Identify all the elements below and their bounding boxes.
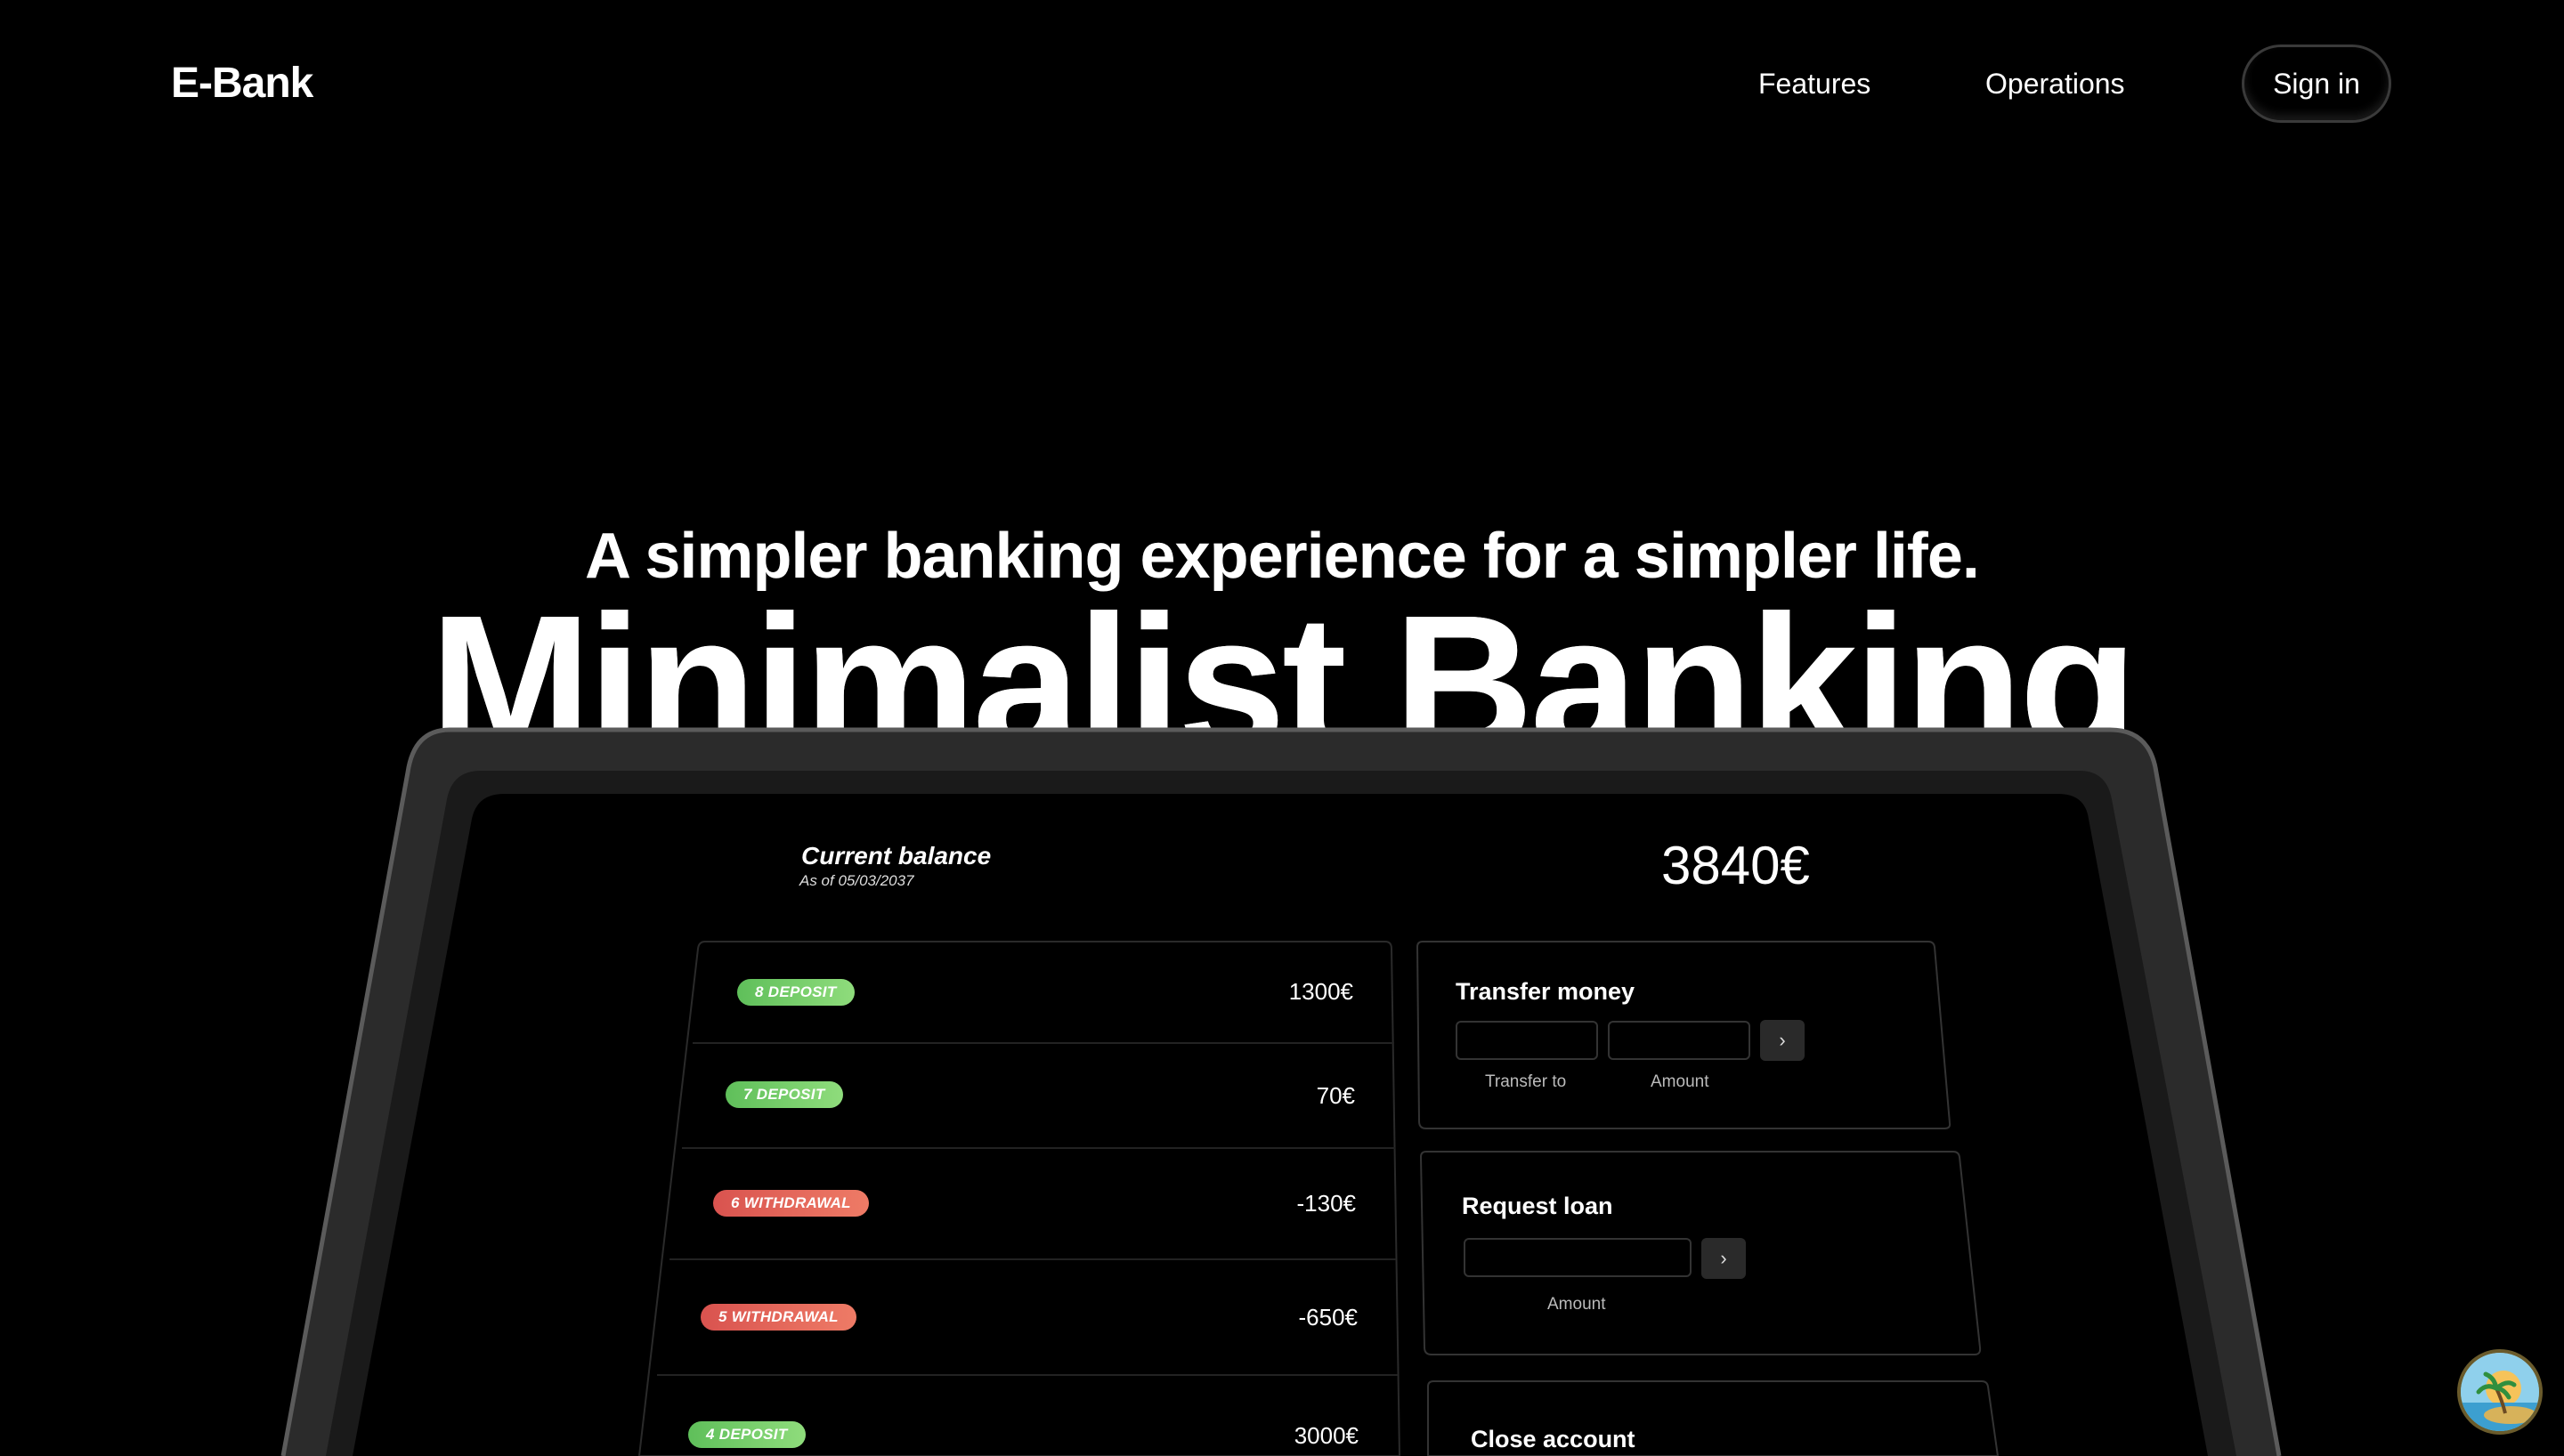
movement-value: 1300€ (1288, 978, 1353, 1005)
loan-amount-input[interactable] (1464, 1238, 1692, 1277)
app-screen: Current balance As of 05/03/2037 3840€ 8… (0, 0, 2564, 1456)
movement-row: 5 withdrawal (701, 1290, 856, 1344)
movement-type-badge: 4 deposit (688, 1421, 806, 1448)
loan-submit-button[interactable]: › (1701, 1238, 1746, 1279)
balance-value: 3840€ (1661, 836, 1810, 895)
transfer-title: Transfer money (1456, 978, 1635, 1005)
movement-value: -650€ (1298, 1304, 1359, 1331)
movement-row: 6 withdrawal (713, 1177, 869, 1230)
transfer-amount-label: Amount (1651, 1072, 1709, 1091)
movement-type-badge: 6 withdrawal (713, 1190, 869, 1217)
movement-value: 70€ (1316, 1082, 1355, 1109)
transfer-to-input[interactable] (1456, 1021, 1598, 1060)
movement-row: 4 deposit (688, 1408, 806, 1456)
movement-value: -130€ (1296, 1190, 1357, 1217)
movement-type-badge: 7 deposit (726, 1081, 843, 1108)
chevron-right-icon: › (1779, 1029, 1786, 1051)
movement-value: 3000€ (1294, 1422, 1359, 1449)
transfer-to-label: Transfer to (1485, 1072, 1567, 1091)
transfer-submit-button[interactable]: › (1760, 1020, 1805, 1061)
movement-row: 8 deposit (737, 966, 855, 1019)
balance-label: Current balance (801, 842, 992, 870)
avatar[interactable] (2457, 1349, 2543, 1435)
movement-type-badge: 8 deposit (737, 979, 855, 1006)
movement-row: 7 deposit (726, 1068, 843, 1121)
chevron-right-icon: › (1720, 1247, 1727, 1269)
avatar-island (2484, 1406, 2537, 1424)
balance-date: As of 05/03/2037 (799, 872, 914, 889)
movement-type-badge: 5 withdrawal (701, 1304, 856, 1331)
loan-amount-label: Amount (1547, 1295, 1606, 1314)
loan-title: Request loan (1462, 1193, 1613, 1219)
transfer-amount-input[interactable] (1608, 1021, 1750, 1060)
close-account-title: Close account (1471, 1426, 1635, 1452)
